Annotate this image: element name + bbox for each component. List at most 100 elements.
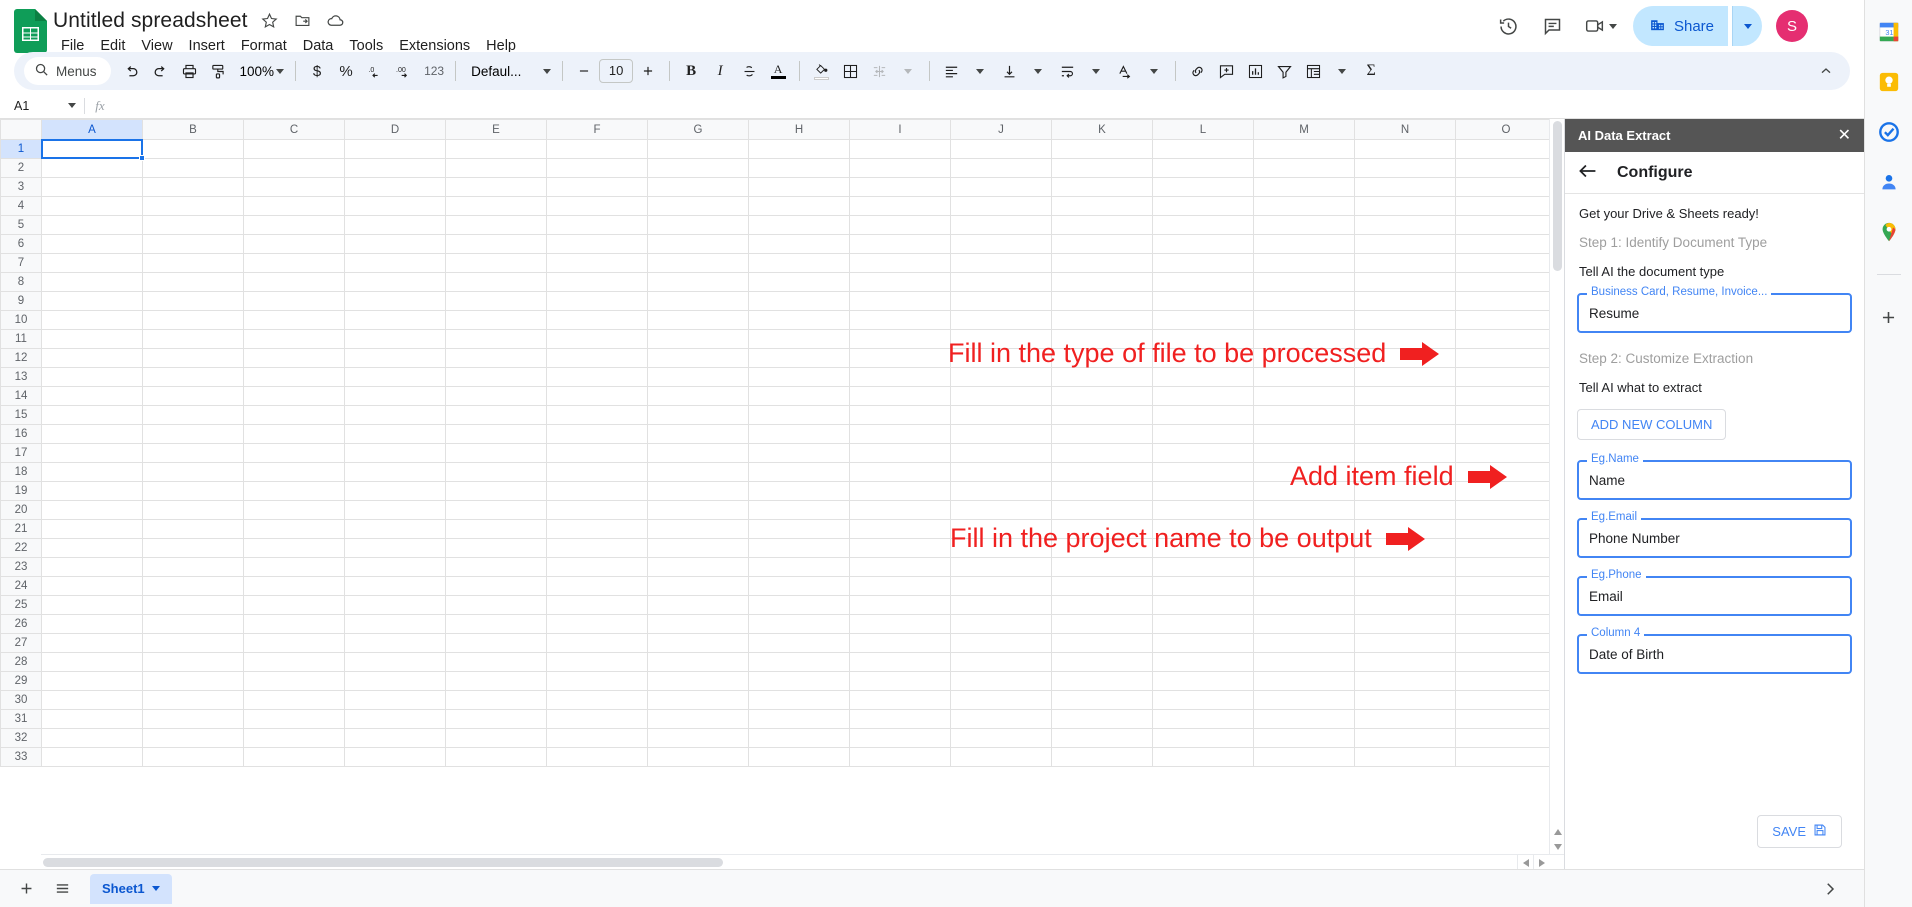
cell-K14[interactable] (1051, 386, 1153, 406)
scroll-left-arrow-icon[interactable] (1517, 855, 1533, 869)
cell-C7[interactable] (243, 253, 345, 273)
cell-N32[interactable] (1354, 728, 1456, 748)
horizontal-scroll-thumb[interactable] (43, 858, 723, 867)
google-meet-icon[interactable] (1577, 6, 1623, 46)
cell-A32[interactable] (41, 728, 143, 748)
cell-G12[interactable] (647, 348, 749, 368)
cell-M23[interactable] (1253, 557, 1355, 577)
cell-J8[interactable] (950, 272, 1052, 292)
cell-C28[interactable] (243, 652, 345, 672)
cell-C4[interactable] (243, 196, 345, 216)
cell-H28[interactable] (748, 652, 850, 672)
cell-O17[interactable] (1455, 443, 1557, 463)
cell-F2[interactable] (546, 158, 648, 178)
cell-O8[interactable] (1455, 272, 1557, 292)
cell-K2[interactable] (1051, 158, 1153, 178)
cell-O33[interactable] (1455, 747, 1557, 767)
merge-cells-dropdown[interactable] (894, 57, 922, 85)
cell-N21[interactable] (1354, 519, 1456, 539)
cell-M20[interactable] (1253, 500, 1355, 520)
cell-D25[interactable] (344, 595, 446, 615)
cell-G33[interactable] (647, 747, 749, 767)
cell-G31[interactable] (647, 709, 749, 729)
cell-E24[interactable] (445, 576, 547, 596)
cell-B32[interactable] (142, 728, 244, 748)
cell-G5[interactable] (647, 215, 749, 235)
cell-D6[interactable] (344, 234, 446, 254)
cell-L30[interactable] (1152, 690, 1254, 710)
cell-F1[interactable] (546, 139, 648, 159)
cell-L8[interactable] (1152, 272, 1254, 292)
text-rotation-icon[interactable] (1111, 57, 1139, 85)
cell-N11[interactable] (1354, 329, 1456, 349)
row-header-26[interactable]: 26 (0, 614, 42, 634)
undo-icon[interactable] (118, 57, 146, 85)
cell-H32[interactable] (748, 728, 850, 748)
cell-G6[interactable] (647, 234, 749, 254)
back-arrow-icon[interactable] (1578, 163, 1597, 182)
cell-C29[interactable] (243, 671, 345, 691)
strikethrough-icon[interactable] (735, 57, 763, 85)
cell-D31[interactable] (344, 709, 446, 729)
cell-K5[interactable] (1051, 215, 1153, 235)
column-header-J[interactable]: J (950, 119, 1052, 140)
cell-A17[interactable] (41, 443, 143, 463)
cell-L1[interactable] (1152, 139, 1254, 159)
cell-D15[interactable] (344, 405, 446, 425)
cell-G15[interactable] (647, 405, 749, 425)
cell-O7[interactable] (1455, 253, 1557, 273)
cell-F6[interactable] (546, 234, 648, 254)
cell-B3[interactable] (142, 177, 244, 197)
cell-J23[interactable] (950, 557, 1052, 577)
cell-D26[interactable] (344, 614, 446, 634)
cell-B20[interactable] (142, 500, 244, 520)
cell-H30[interactable] (748, 690, 850, 710)
cell-L2[interactable] (1152, 158, 1254, 178)
cell-C15[interactable] (243, 405, 345, 425)
redo-icon[interactable] (147, 57, 175, 85)
cell-E29[interactable] (445, 671, 547, 691)
column-2-input[interactable]: Eg.Email Phone Number (1577, 511, 1852, 558)
cell-N18[interactable] (1354, 462, 1456, 482)
cell-M17[interactable] (1253, 443, 1355, 463)
cell-F15[interactable] (546, 405, 648, 425)
cell-M27[interactable] (1253, 633, 1355, 653)
cell-A9[interactable] (41, 291, 143, 311)
cell-I15[interactable] (849, 405, 951, 425)
cell-E2[interactable] (445, 158, 547, 178)
cell-L14[interactable] (1152, 386, 1254, 406)
cell-J9[interactable] (950, 291, 1052, 311)
create-filter-icon[interactable] (1270, 57, 1298, 85)
cell-N16[interactable] (1354, 424, 1456, 444)
cell-D16[interactable] (344, 424, 446, 444)
cell-D2[interactable] (344, 158, 446, 178)
cell-I8[interactable] (849, 272, 951, 292)
chevron-up-icon[interactable] (1812, 57, 1840, 85)
cell-M16[interactable] (1253, 424, 1355, 444)
column-header-G[interactable]: G (647, 119, 749, 140)
cell-H15[interactable] (748, 405, 850, 425)
cell-I3[interactable] (849, 177, 951, 197)
row-header-5[interactable]: 5 (0, 215, 42, 235)
cell-C23[interactable] (243, 557, 345, 577)
add-sidebar-app-button[interactable] (1877, 305, 1901, 329)
cell-C2[interactable] (243, 158, 345, 178)
currency-dollar-icon[interactable]: $ (303, 57, 331, 85)
cell-F26[interactable] (546, 614, 648, 634)
cell-B11[interactable] (142, 329, 244, 349)
cell-F23[interactable] (546, 557, 648, 577)
cell-H17[interactable] (748, 443, 850, 463)
cell-L22[interactable] (1152, 538, 1254, 558)
cell-D8[interactable] (344, 272, 446, 292)
cell-H8[interactable] (748, 272, 850, 292)
cell-O24[interactable] (1455, 576, 1557, 596)
cell-F30[interactable] (546, 690, 648, 710)
zoom-control[interactable]: 100% (234, 57, 289, 85)
cell-J30[interactable] (950, 690, 1052, 710)
spreadsheet-grid[interactable]: ABCDEFGHIJKLMNO 1 2 3 4 5 6 7 8 9 10 11 12 13 14 15 16 1… (0, 119, 1564, 869)
cell-D20[interactable] (344, 500, 446, 520)
cell-A25[interactable] (41, 595, 143, 615)
cell-L10[interactable] (1152, 310, 1254, 330)
cell-F17[interactable] (546, 443, 648, 463)
cell-N5[interactable] (1354, 215, 1456, 235)
